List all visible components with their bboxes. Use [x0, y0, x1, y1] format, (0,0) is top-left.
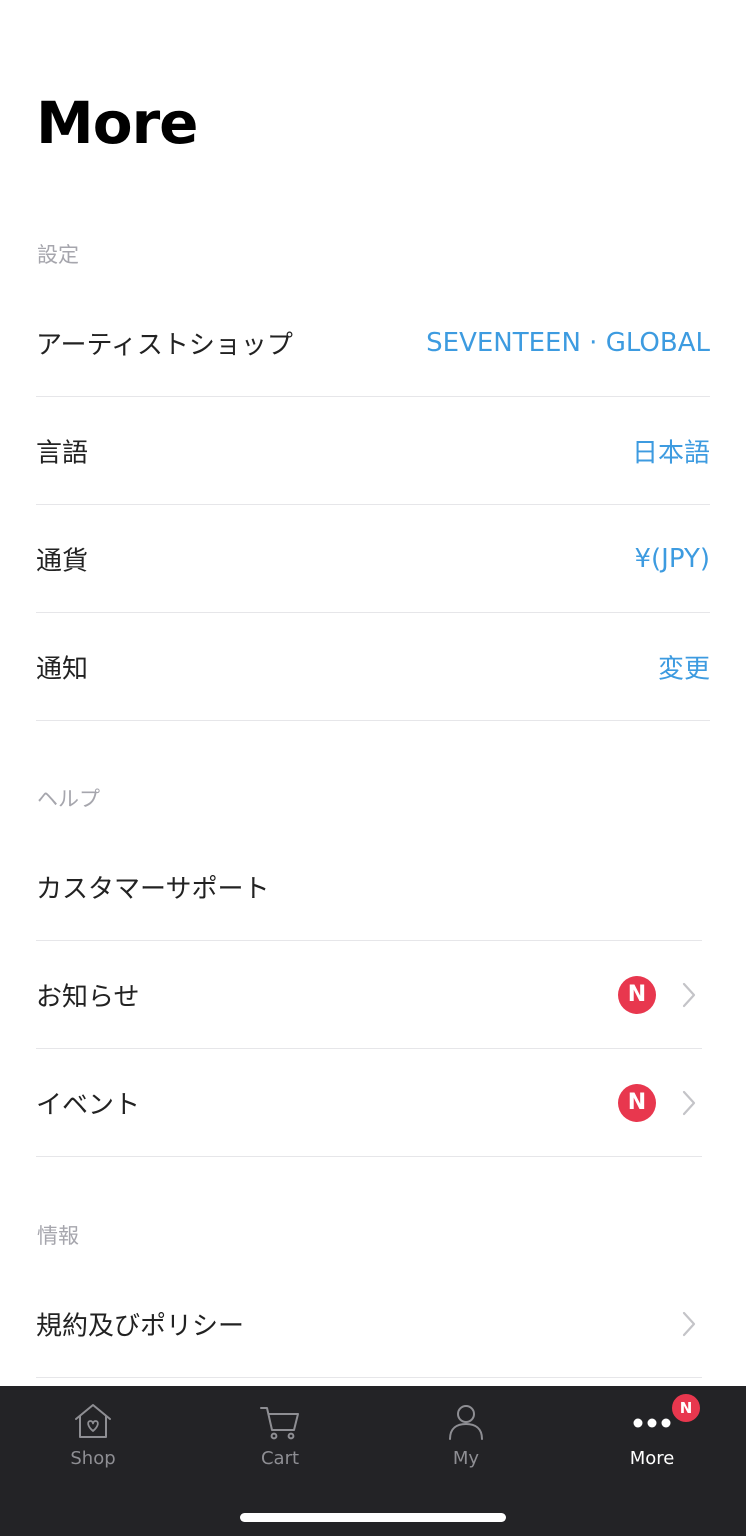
row-currency[interactable]: 通貨 ¥(JPY): [36, 505, 710, 613]
currency-label: 通貨: [36, 546, 89, 576]
tab-shop[interactable]: Shop: [0, 1386, 186, 1486]
chevron-right-icon: [682, 1090, 696, 1115]
person-icon: [449, 1405, 483, 1440]
row-notices[interactable]: お知らせ N: [36, 941, 702, 1049]
new-badge: N: [670, 1392, 702, 1424]
section-label-settings: 設定: [37, 243, 79, 267]
row-customer-support[interactable]: カスタマーサポート: [36, 833, 702, 941]
row-terms[interactable]: 規約及びポリシー: [36, 1270, 702, 1378]
home-indicator[interactable]: [240, 1513, 506, 1522]
language-value[interactable]: 日本語: [632, 432, 710, 469]
chevron-right-icon: [682, 982, 696, 1007]
tab-my[interactable]: My: [373, 1386, 559, 1486]
tab-bar: Shop Cart My N More: [0, 1386, 746, 1536]
artist-shop-label: アーティストショップ: [36, 330, 293, 360]
section-label-help: ヘルプ: [37, 787, 100, 811]
notices-label: お知らせ: [36, 982, 140, 1012]
tab-cart-label: Cart: [260, 1448, 300, 1469]
language-label: 言語: [36, 438, 89, 468]
terms-label: 規約及びポリシー: [36, 1311, 245, 1341]
tab-more[interactable]: N More: [559, 1386, 745, 1486]
notification-value[interactable]: 変更: [658, 648, 710, 685]
row-artist-shop[interactable]: アーティストショップ SEVENTEEN · GLOBAL: [36, 289, 710, 397]
cart-icon: [260, 1407, 299, 1440]
new-badge: N: [618, 975, 656, 1014]
row-events[interactable]: イベント N: [36, 1049, 702, 1157]
page-title: More: [36, 89, 199, 157]
new-badge: N: [618, 1083, 656, 1122]
chevron-right-icon: [682, 1311, 696, 1336]
customer-support-label: カスタマーサポート: [36, 874, 270, 904]
section-label-info: 情報: [37, 1224, 79, 1248]
tab-shop-label: Shop: [70, 1448, 116, 1469]
events-label: イベント: [36, 1090, 141, 1120]
notification-label: 通知: [36, 654, 89, 684]
row-notification[interactable]: 通知 変更: [36, 613, 710, 721]
tab-my-label: My: [452, 1448, 480, 1469]
tab-more-label: More: [629, 1448, 675, 1469]
row-language[interactable]: 言語 日本語: [36, 397, 710, 505]
more-dots-icon: [633, 1418, 671, 1428]
home-icon: [75, 1404, 111, 1438]
artist-shop-value[interactable]: SEVENTEEN · GLOBAL: [426, 328, 710, 358]
tab-cart[interactable]: Cart: [187, 1386, 373, 1486]
currency-value[interactable]: ¥(JPY): [635, 544, 711, 574]
